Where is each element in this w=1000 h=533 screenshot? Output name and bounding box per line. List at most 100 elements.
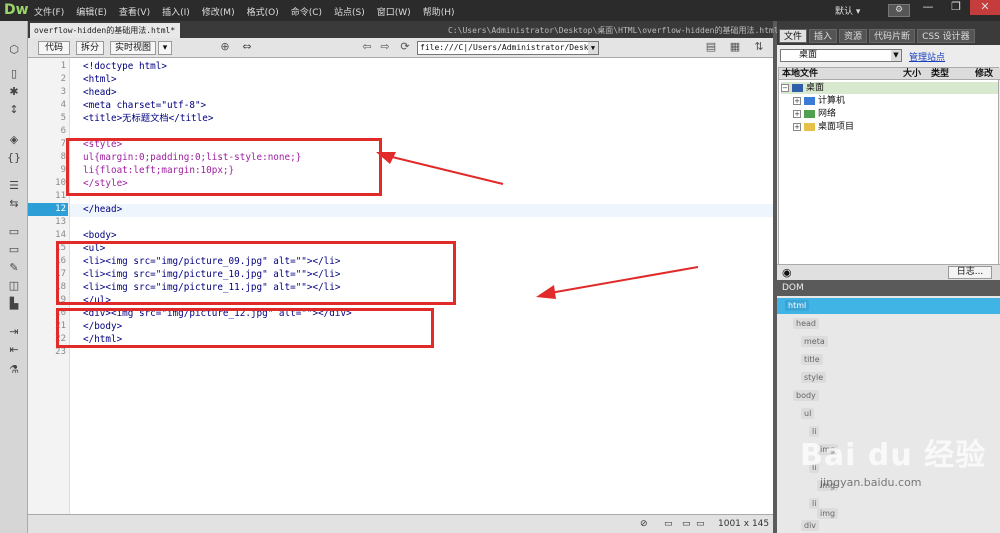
expand-icon[interactable]: + [793,123,801,131]
snippet-icon[interactable]: ✎ [6,261,22,275]
tree-item-desktop-items[interactable]: + 桌面项目 [793,121,854,133]
menu-commands[interactable]: 命令(C) [291,5,322,18]
page-options-icon[interactable]: ▤ [704,40,718,54]
dom-node-head[interactable]: head [793,318,819,329]
minimize-button[interactable]: — [914,0,942,15]
code-line: <head> [83,87,117,98]
col-local-files[interactable]: 本地文件 [782,68,818,80]
left-toolbar: ⬡ ▯ ✱ ↕ ◈ {} ☰ ⇆ ▭ ▭ ✎ ◫ ▙ ⇥ ⇤ ⚗ [0,21,28,533]
dom-node-title[interactable]: title [801,354,823,365]
refresh-icon[interactable]: ⟳ [398,40,412,54]
line-number: 1 [60,61,66,71]
tag-icon[interactable]: ◈ [6,133,22,147]
menu-insert[interactable]: 插入(I) [162,5,190,18]
window-size[interactable]: 1001 x 145 [718,517,769,531]
indent-icon[interactable]: ⇥ [6,325,22,339]
live-view-dropdown[interactable]: ▾ [158,41,172,55]
collapse-icon[interactable]: − [781,84,789,92]
dom-node-ul[interactable]: ul [801,408,815,419]
expand-icon[interactable]: + [793,97,801,105]
menu-help[interactable]: 帮助(H) [423,5,455,18]
tab-files[interactable]: 文件 [779,29,808,43]
code-view-button[interactable]: 代码 [38,41,70,55]
tab-snippets[interactable]: 代码片断 [869,29,916,43]
dom-node-div[interactable]: div [801,520,820,531]
dom-node-img[interactable]: img [817,508,839,519]
braces-icon[interactable]: {} [6,151,22,165]
expand-icon[interactable]: + [793,110,801,118]
dom-panel-title: DOM [777,280,1000,296]
line-number: 2 [60,74,66,84]
tablet-size-icon[interactable]: ▭ [682,517,691,531]
menu-site[interactable]: 站点(S) [334,5,365,18]
log-button[interactable]: 日志... [948,266,992,279]
code-line: <html> [83,74,117,85]
apply-source-icon[interactable]: ⚗ [6,363,22,377]
mobile-size-icon[interactable]: ▭ [664,517,673,531]
status-bar: ⊘ ▭ ▭ ▭ 1001 x 145 [28,514,773,533]
chevron-down-icon[interactable]: ▼ [588,42,598,54]
line-numbers-icon[interactable]: ☰ [6,179,22,193]
expand-icon[interactable]: ↕ [6,103,22,117]
menu-view[interactable]: 查看(V) [119,5,150,18]
col-size[interactable]: 大小 [903,68,921,80]
gear-icon[interactable]: ⚙ [888,4,910,17]
workspace-switcher[interactable]: 默认 ▾ [835,4,860,17]
files-panel: 桌面 ▼ 管理站点 本地文件 大小 类型 修改 − 桌面 + 计算机 + 网络 + 桌面… [777,45,1000,297]
dom-tree[interactable]: html head meta title style body ul li im… [777,296,1000,533]
dom-node-style[interactable]: style [801,372,827,383]
menu-format[interactable]: 格式(O) [247,5,279,18]
tab-assets[interactable]: 资源 [839,29,868,43]
menu-edit[interactable]: 编辑(E) [76,5,107,18]
site-select[interactable]: 桌面 ▼ [780,49,902,62]
annotation-box-div [56,308,434,348]
document-tab[interactable]: overflow-hidden的基础用法.html* [30,23,180,38]
current-line-highlight [70,204,773,217]
document-tab-bar: overflow-hidden的基础用法.html* C:\Users\Admi… [28,21,779,38]
manage-sites-link[interactable]: 管理站点 [909,50,945,63]
forward-arrow-icon[interactable]: ⇨ [378,40,392,54]
crosshair-icon[interactable]: ⊕ [218,40,232,54]
format-icon[interactable]: ▙ [6,297,22,311]
comment-icon[interactable]: ▭ [6,225,22,239]
menu-file[interactable]: 文件(F) [34,5,64,18]
desktop-size-icon[interactable]: ▭ [696,517,705,531]
connection-icon[interactable]: ◉ [782,266,792,279]
tree-item-network[interactable]: + 网络 [793,108,836,120]
split-view-button[interactable]: 拆分 [76,41,104,55]
uncomment-icon[interactable]: ▭ [6,243,22,257]
panel-tabs: 文件 插入 资源 代码片断 CSS 设计器 [777,29,1000,45]
file-management-icon[interactable]: ▦ [728,40,742,54]
code-editor[interactable]: 1 2 3 4 5 6 7 8 9 10 11 12 13 14 15 16 1… [28,58,773,514]
annotation-arrow-bottom [536,266,699,299]
dom-node-body[interactable]: body [793,390,819,401]
dom-node-meta[interactable]: meta [801,336,828,347]
inspect-icon[interactable]: ⇔ [240,40,254,54]
no-errors-icon[interactable]: ⊘ [640,517,648,531]
select-parent-icon[interactable]: ◫ [6,279,22,293]
tab-insert[interactable]: 插入 [809,29,838,43]
col-modified[interactable]: 修改 [975,68,993,80]
code-line: </head> [83,204,123,215]
menu-modify[interactable]: 修改(M) [202,5,235,18]
tree-item-desktop[interactable]: − 桌面 [781,82,998,94]
chevron-down-icon[interactable]: ▼ [891,50,901,61]
address-bar[interactable]: file:///C|/Users/Administrator/Desktop ▼ [417,41,599,55]
menu-window[interactable]: 窗口(W) [377,5,411,18]
col-type[interactable]: 类型 [931,68,949,80]
maximize-button[interactable]: ❐ [942,0,970,15]
live-view-button[interactable]: 实时视图 [110,41,156,55]
sort-icon[interactable]: ⇅ [752,40,766,54]
tree-item-computer[interactable]: + 计算机 [793,95,845,107]
line-number: 5 [60,113,66,123]
back-arrow-icon[interactable]: ⇦ [360,40,374,54]
dom-node-html[interactable]: html [785,300,810,311]
open-document-icon[interactable]: ▯ [6,67,22,81]
star-icon[interactable]: ✱ [6,85,22,99]
wrap-icon[interactable]: ⇆ [6,197,22,211]
close-button[interactable]: ✕ [970,0,1000,15]
insert-icon[interactable]: ⬡ [6,43,22,57]
outdent-icon[interactable]: ⇤ [6,343,22,357]
tab-css-designer[interactable]: CSS 设计器 [917,29,975,43]
dom-selected-row [777,298,1000,314]
